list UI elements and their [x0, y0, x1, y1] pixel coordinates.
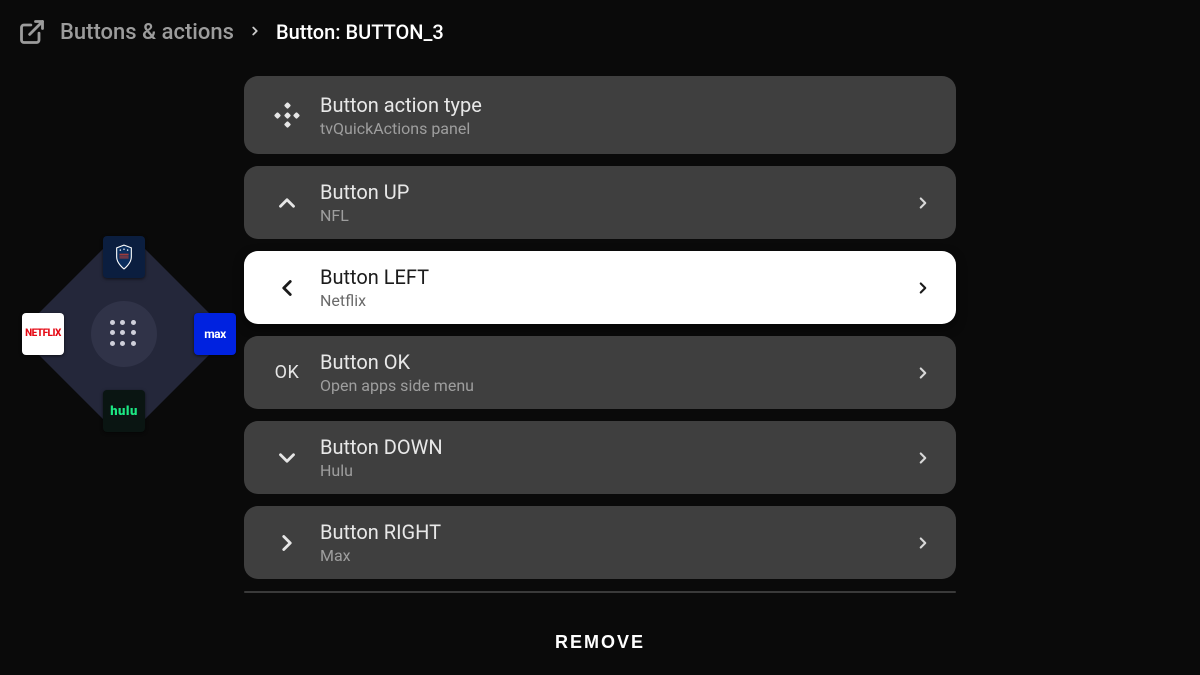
dpad-tile-left[interactable]: NETFLIX — [22, 313, 64, 355]
nfl-shield-icon — [113, 243, 135, 271]
dpad-center[interactable] — [91, 301, 157, 367]
dpad-preview: NETFLIX max hulu — [16, 226, 232, 442]
dpad-action-icon — [254, 101, 320, 129]
chevron-right-icon — [908, 194, 938, 212]
row-title: Button OK — [320, 350, 908, 374]
remove-button[interactable]: REMOVE — [555, 632, 645, 653]
dpad-tile-right[interactable]: max — [194, 313, 236, 355]
settings-list: Button action type tvQuickActions panel … — [244, 76, 956, 593]
row-title: Button RIGHT — [320, 520, 908, 544]
chevron-right-icon — [908, 279, 938, 297]
chevron-down-icon — [254, 445, 320, 471]
ok-text-icon: OK — [254, 362, 320, 383]
chevron-right-icon — [908, 364, 938, 382]
row-title: Button DOWN — [320, 435, 908, 459]
divider — [244, 591, 956, 593]
row-button-down[interactable]: Button DOWN Hulu — [244, 421, 956, 494]
open-external-icon[interactable] — [18, 18, 46, 46]
row-subtitle: Hulu — [320, 461, 908, 480]
dpad-tile-up[interactable] — [103, 236, 145, 278]
chevron-left-icon — [254, 275, 320, 301]
chevron-right-lead-icon — [254, 530, 320, 556]
row-subtitle: Netflix — [320, 291, 908, 310]
row-subtitle: NFL — [320, 206, 908, 225]
breadcrumb: Buttons & actions Button: BUTTON_3 — [0, 0, 1200, 56]
apps-grid-icon — [110, 320, 138, 348]
breadcrumb-parent[interactable]: Buttons & actions — [60, 20, 234, 45]
breadcrumb-current: Button: BUTTON_3 — [276, 20, 444, 44]
row-title: Button UP — [320, 180, 908, 204]
dpad-tile-down[interactable]: hulu — [103, 390, 145, 432]
row-button-ok[interactable]: OK Button OK Open apps side menu — [244, 336, 956, 409]
max-logo-text: max — [204, 328, 225, 340]
row-title: Button action type — [320, 93, 938, 117]
hulu-logo-text: hulu — [110, 405, 138, 418]
chevron-up-icon — [254, 190, 320, 216]
chevron-right-icon — [908, 449, 938, 467]
row-title: Button LEFT — [320, 265, 908, 289]
chevron-right-icon — [248, 22, 262, 43]
row-button-up[interactable]: Button UP NFL — [244, 166, 956, 239]
row-action-type[interactable]: Button action type tvQuickActions panel — [244, 76, 956, 154]
chevron-right-icon — [908, 534, 938, 552]
row-subtitle: tvQuickActions panel — [320, 119, 938, 138]
row-button-right[interactable]: Button RIGHT Max — [244, 506, 956, 579]
row-button-left[interactable]: Button LEFT Netflix — [244, 251, 956, 324]
row-subtitle: Open apps side menu — [320, 376, 908, 395]
row-subtitle: Max — [320, 546, 908, 565]
netflix-logo-text: NETFLIX — [25, 329, 61, 339]
